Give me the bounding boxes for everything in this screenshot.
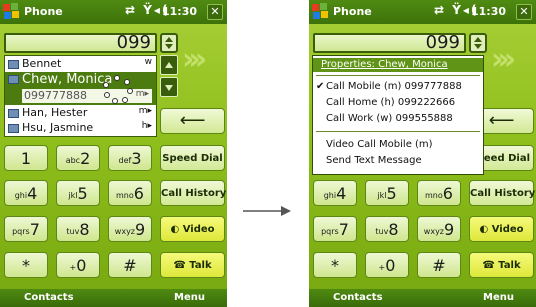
title-bar: Phone ⇄ Ÿ◂( 11:30 ✕ xyxy=(309,0,536,24)
dial-number-field[interactable]: 099 xyxy=(4,33,157,53)
app-title: Phone xyxy=(333,5,372,18)
key-hash[interactable]: # xyxy=(108,252,152,278)
key-3[interactable]: def3 xyxy=(108,145,152,171)
contact-card-icon xyxy=(8,75,19,84)
key-4[interactable]: ghi4 xyxy=(4,180,48,206)
menu-item-call-work[interactable]: Call Work (w) 099555888 xyxy=(313,112,483,126)
title-bar: Phone ⇄ Ÿ◂( 11:30 ✕ xyxy=(0,0,227,24)
menu-item-video-call[interactable]: Video Call Mobile (m) xyxy=(313,138,483,152)
video-camera-icon: ◐ xyxy=(170,224,183,235)
key-9[interactable]: wxyz9 xyxy=(417,216,461,242)
soft-key-bar: Contacts Menu xyxy=(0,289,227,307)
close-button[interactable]: ✕ xyxy=(207,4,223,20)
key-6[interactable]: mno6 xyxy=(417,180,461,206)
list-scroll-buttons xyxy=(160,55,178,99)
key-9[interactable]: wxyz9 xyxy=(108,216,152,242)
key-star[interactable]: * xyxy=(313,252,357,278)
ghost-arrow-icon: ››› xyxy=(491,42,516,77)
scroll-updown-button[interactable] xyxy=(469,33,487,53)
video-call-button[interactable]: ◐ Video xyxy=(469,216,534,242)
key-8[interactable]: tuv8 xyxy=(365,216,409,242)
scroll-down-button[interactable] xyxy=(160,77,178,97)
talk-button[interactable]: ☎ Talk xyxy=(469,252,534,278)
key-4[interactable]: ghi4 xyxy=(313,180,357,206)
dial-number-field[interactable]: 099 xyxy=(313,33,466,53)
start-windows-icon[interactable] xyxy=(312,3,330,21)
transition-arrow-icon xyxy=(243,206,291,216)
menu-divider xyxy=(316,131,480,132)
scroll-up-button[interactable] xyxy=(160,55,178,75)
list-item[interactable]: Han, Hester m▸ xyxy=(5,106,156,121)
key-2[interactable]: abc2 xyxy=(56,145,100,171)
menu-item-call-home[interactable]: Call Home (h) 099222666 xyxy=(313,96,483,110)
list-item[interactable]: Bennet w xyxy=(5,57,156,72)
video-camera-icon: ◐ xyxy=(479,224,492,235)
menu-item-call-mobile[interactable]: ✔ Call Mobile (m) 099777888 xyxy=(313,80,483,94)
start-windows-icon[interactable] xyxy=(3,3,21,21)
menu-item-send-text[interactable]: Send Text Message xyxy=(313,154,483,168)
ghost-arrow-icon: ››› xyxy=(182,42,207,77)
key-6[interactable]: mno6 xyxy=(108,180,152,206)
backspace-button[interactable]: ⟵ xyxy=(160,108,225,134)
key-0[interactable]: +0 xyxy=(365,252,409,278)
talk-button[interactable]: ☎ Talk xyxy=(160,252,225,278)
close-button[interactable]: ✕ xyxy=(516,4,532,20)
scroll-updown-button[interactable] xyxy=(160,33,178,53)
key-7[interactable]: pqrs7 xyxy=(4,216,48,242)
contact-card-icon xyxy=(8,60,19,69)
key-5[interactable]: jkl5 xyxy=(365,180,409,206)
key-star[interactable]: * xyxy=(4,252,48,278)
checkmark-icon: ✔ xyxy=(316,81,325,92)
list-item-selected[interactable]: Chew, Monica 099777888 m▸ xyxy=(5,72,156,105)
soft-key-bar: Contacts Menu xyxy=(309,289,536,307)
contact-card-icon xyxy=(8,109,19,118)
menu-softkey[interactable]: Menu xyxy=(483,292,514,303)
call-history-button[interactable]: Call History xyxy=(469,180,535,206)
menu-header-properties[interactable]: Properties: Chew, Monica xyxy=(313,58,483,72)
key-hash[interactable]: # xyxy=(417,252,461,278)
video-call-button[interactable]: ◐ Video xyxy=(160,216,225,242)
key-0[interactable]: +0 xyxy=(56,252,100,278)
phone-handset-icon: ☎ xyxy=(173,260,190,271)
call-history-button[interactable]: Call History xyxy=(160,180,226,206)
contact-suggestion-list: Bennet w Chew, Monica 099777888 m▸ Han, … xyxy=(4,55,157,137)
phone-handset-icon: ☎ xyxy=(482,260,499,271)
phone-screen-before: Phone ⇄ Ÿ◂( 11:30 ✕ 099 ››› Bennet w Che… xyxy=(0,0,227,307)
clock[interactable]: 11:30 xyxy=(471,5,506,18)
key-5[interactable]: jkl5 xyxy=(56,180,100,206)
app-title: Phone xyxy=(24,5,63,18)
key-7[interactable]: pqrs7 xyxy=(313,216,357,242)
list-item[interactable]: Hsu, Jasmine h▸ xyxy=(5,121,156,136)
menu-softkey[interactable]: Menu xyxy=(174,292,205,303)
key-8[interactable]: tuv8 xyxy=(56,216,100,242)
clock[interactable]: 11:30 xyxy=(162,5,197,18)
key-1[interactable]: 1 xyxy=(4,145,48,171)
contacts-softkey[interactable]: Contacts xyxy=(24,292,74,303)
contacts-softkey[interactable]: Contacts xyxy=(333,292,383,303)
contact-options-menu: Properties: Chew, Monica ✔ Call Mobile (… xyxy=(312,55,484,175)
busy-spinner-icon xyxy=(102,75,136,105)
contact-card-icon xyxy=(8,124,19,133)
speed-dial-button[interactable]: Speed Dial xyxy=(160,145,225,171)
menu-divider xyxy=(316,75,480,76)
